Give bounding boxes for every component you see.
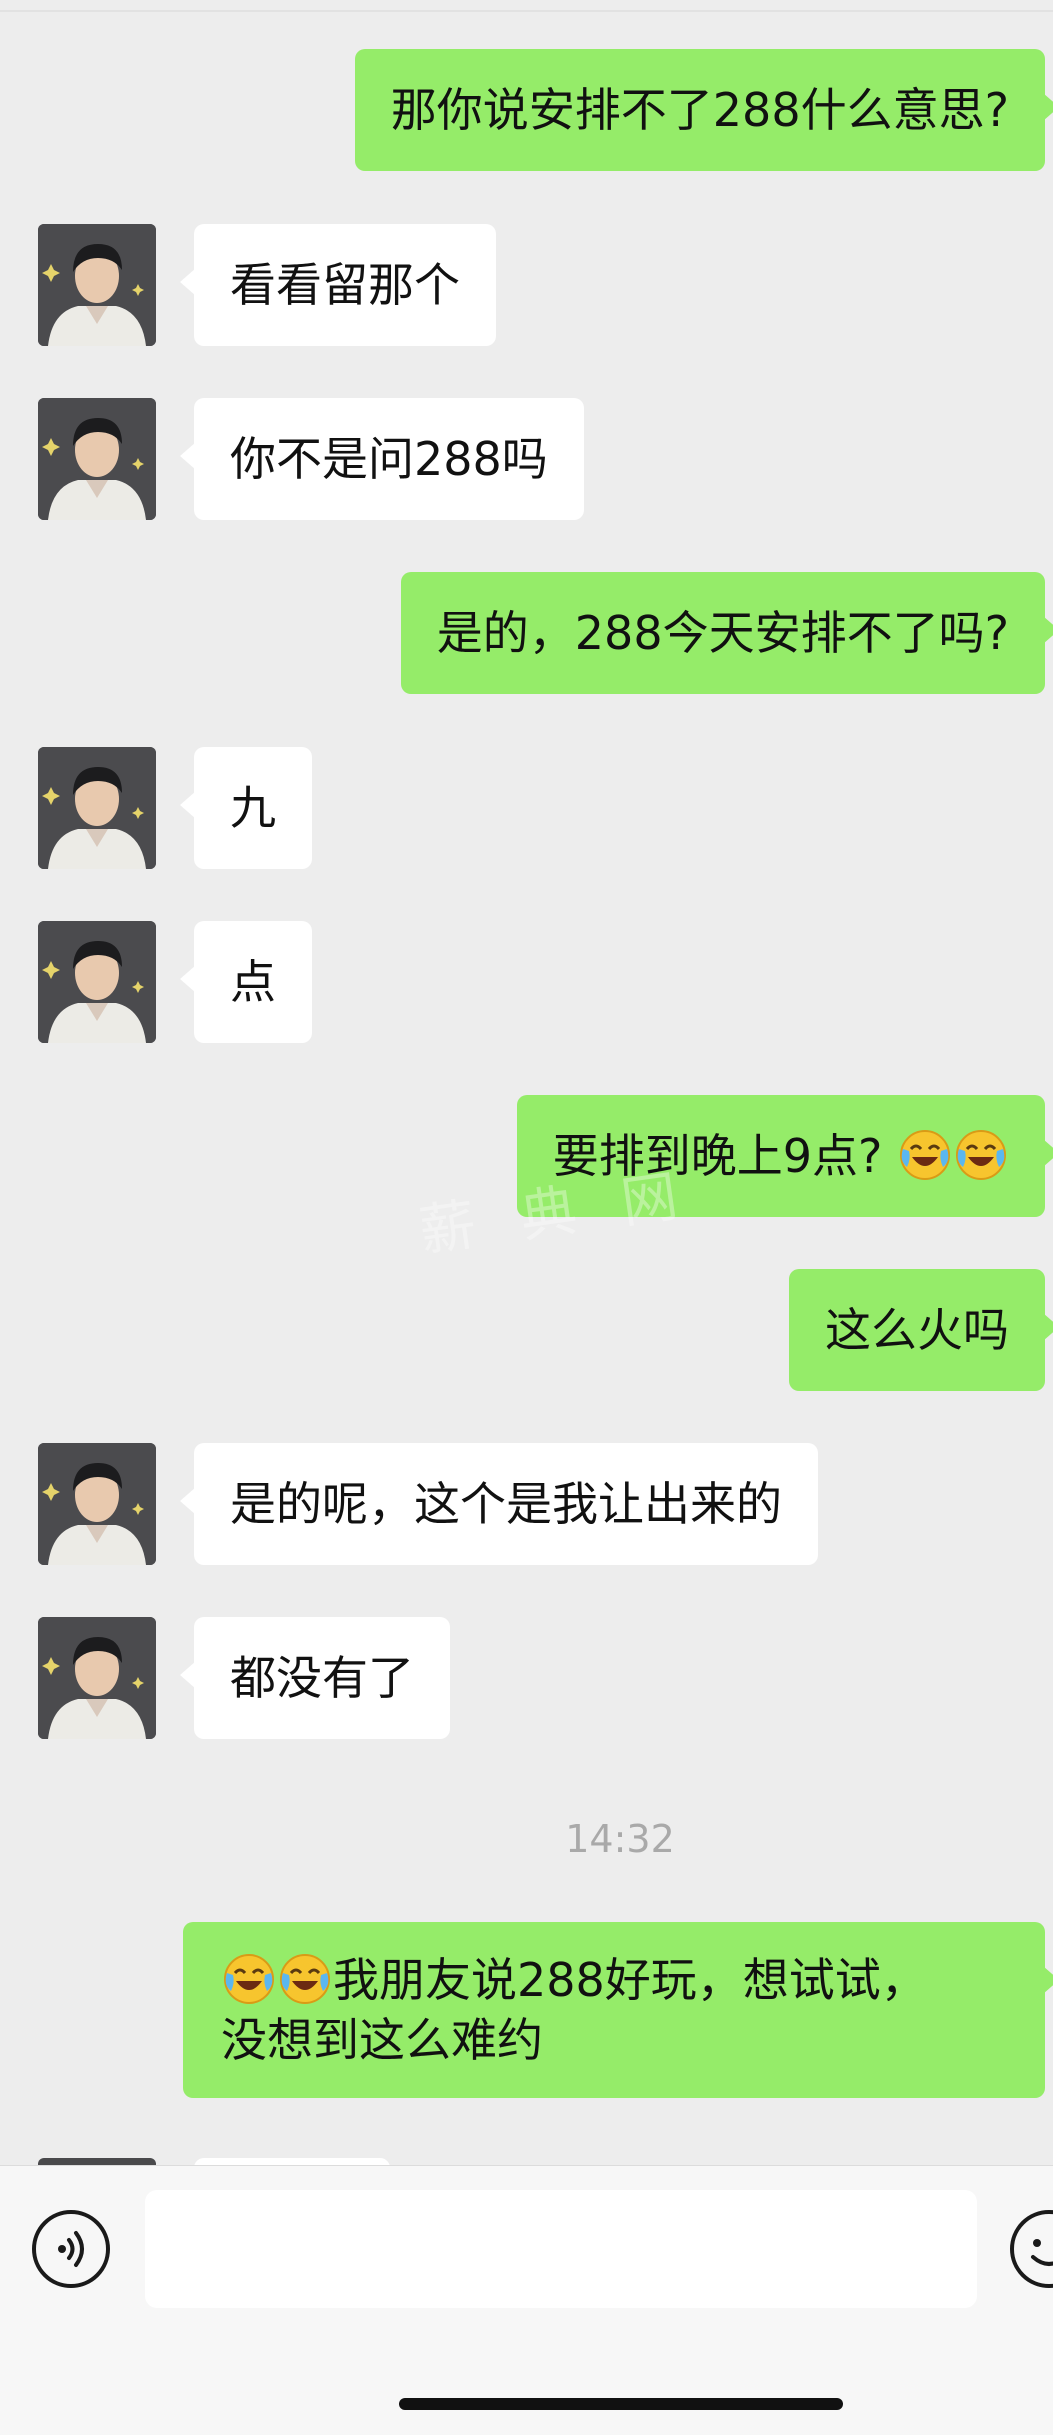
message-text: 没想到这么难约 — [221, 2013, 543, 2067]
face-with-tears-of-joy-emoji — [224, 1954, 274, 2004]
voice-icon[interactable] — [31, 2209, 111, 2289]
outgoing-message-bubble[interactable]: 这么火吗 — [789, 1269, 1053, 1391]
home-indicator[interactable] — [399, 2398, 843, 2410]
outgoing-message-bubble[interactable]: 我朋友说288好玩，想试试， 没想到这么难约 — [183, 1922, 1053, 2098]
watermark: 薪 典 网 — [415, 1162, 696, 1265]
chat-message-list[interactable]: 那你说安排不了288什么意思? 看看留那个 你不是问288吗 是的，288今天安… — [0, 0, 1053, 2165]
message-text: 这么火吗 — [825, 1303, 1009, 1357]
contact-avatar[interactable] — [38, 224, 156, 346]
message-line: 没想到这么难约 — [221, 2010, 1007, 2070]
outgoing-message-bubble[interactable]: 那你说安排不了288什么意思? — [354, 49, 1053, 171]
message-input[interactable] — [145, 2190, 977, 2308]
incoming-message-bubble[interactable]: 都没有了 — [180, 1617, 450, 1739]
incoming-message-bubble[interactable]: 点 — [180, 921, 312, 1043]
contact-avatar[interactable] — [38, 1443, 156, 1565]
message-text: 点 — [230, 955, 276, 1009]
message-line: 我朋友说288好玩，想试试， — [221, 1950, 1007, 2010]
message-text: 是的呢，这个是我让出来的 — [230, 1477, 782, 1531]
contact-avatar[interactable] — [38, 2158, 156, 2165]
contact-avatar[interactable] — [38, 1617, 156, 1739]
incoming-message-bubble[interactable]: 你不是问288吗 — [180, 398, 584, 520]
emoji-face-icon[interactable] — [1009, 2209, 1053, 2289]
message-text: 都没有了 — [230, 1651, 414, 1705]
incoming-message-bubble[interactable]: 看看留那个 — [180, 224, 496, 346]
outgoing-message-bubble[interactable]: 是的，288今天安排不了吗? — [400, 572, 1053, 694]
contact-avatar[interactable] — [38, 747, 156, 869]
message-timestamp: 14:32 — [565, 1817, 675, 1861]
contact-avatar[interactable] — [38, 398, 156, 520]
message-text: 看看留那个 — [230, 258, 460, 312]
message-text: 我朋友说288好玩，想试试， — [333, 1953, 927, 2007]
message-text: 那你说安排不了288什么意思? — [390, 83, 1009, 137]
message-text: 是的，288今天安排不了吗? — [436, 606, 1009, 660]
face-with-tears-of-joy-emoji — [956, 1130, 1006, 1180]
incoming-message-bubble[interactable]: 是的呢，这个是我让出来的 — [180, 1443, 818, 1565]
incoming-message-bubble[interactable] — [194, 2158, 390, 2165]
message-text: 你不是问288吗 — [230, 432, 548, 486]
incoming-message-bubble[interactable]: 九 — [180, 747, 312, 869]
contact-avatar[interactable] — [38, 921, 156, 1043]
message-text: 九 — [230, 781, 276, 835]
face-with-tears-of-joy-emoji — [900, 1130, 950, 1180]
face-with-tears-of-joy-emoji — [280, 1954, 330, 2004]
